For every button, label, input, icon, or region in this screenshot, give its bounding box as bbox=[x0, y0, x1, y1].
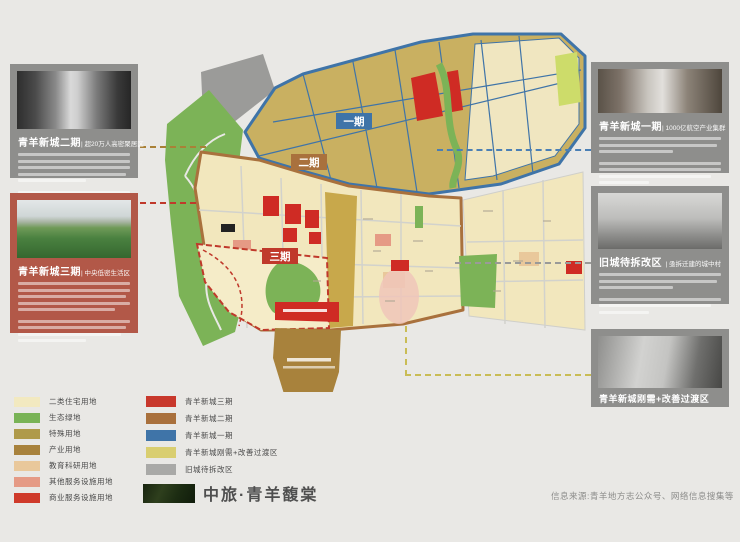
phase2-title: 青羊新城二期 bbox=[18, 138, 81, 149]
phase3-title: 青羊新城三期 bbox=[18, 267, 81, 278]
legend-item: 青羊新城三期 bbox=[146, 396, 233, 407]
legend-item: 产业用地 bbox=[14, 444, 81, 455]
map-label-phase2: 二期 bbox=[299, 156, 320, 169]
transition-photo bbox=[598, 336, 722, 388]
map-label-phase3: 三期 bbox=[270, 250, 291, 263]
legend-item: 特殊用地 bbox=[14, 428, 81, 439]
phase1-photo bbox=[598, 69, 722, 113]
legend-label: 生态绿地 bbox=[49, 413, 81, 422]
map-label-phase1: 一期 bbox=[344, 115, 365, 128]
legend-swatch bbox=[146, 447, 176, 458]
legend-item: 青羊新城刚需+改善过渡区 bbox=[146, 447, 278, 458]
landuse-map: 一期 二期 三期 bbox=[165, 32, 587, 392]
callout-transition: 青羊新城刚需+改善过渡区 bbox=[591, 329, 729, 407]
legend-swatch bbox=[146, 464, 176, 475]
legend-label: 其他服务设施用地 bbox=[49, 477, 113, 486]
legend-swatch bbox=[14, 492, 40, 503]
callout-phase2: 青羊新城二期 | 超20万人高密聚居区 bbox=[10, 64, 144, 207]
legend-item: 青羊新城二期 bbox=[146, 413, 233, 424]
connector-transition-vertical bbox=[405, 326, 407, 376]
oldtown-paragraph bbox=[598, 273, 722, 314]
legend-label: 二类住宅用地 bbox=[49, 397, 97, 406]
connector-phase3 bbox=[140, 202, 196, 204]
oldtown-photo bbox=[598, 193, 722, 249]
legend-label: 商业服务设施用地 bbox=[49, 493, 113, 502]
legend-label: 教育科研用地 bbox=[49, 461, 97, 470]
legend-item: 青羊新城一期 bbox=[146, 430, 233, 441]
phase2-photo bbox=[17, 71, 131, 129]
legend-item: 旧城待拆改区 bbox=[146, 464, 233, 475]
connector-oldtown bbox=[455, 262, 591, 264]
legend-label: 青羊新城刚需+改善过渡区 bbox=[185, 448, 278, 457]
legend-item: 商业服务设施用地 bbox=[14, 492, 113, 503]
phase3-paragraph bbox=[17, 282, 131, 342]
poster-page: 一期 二期 三期 青羊新城二期 | 超20万人高密聚居区 青羊新城三期 | 中央… bbox=[0, 0, 740, 542]
legend-item: 其他服务设施用地 bbox=[14, 476, 113, 487]
callout-phase3: 青羊新城三期 | 中央低密生活区 bbox=[10, 193, 138, 342]
oldtown-title: 旧城待拆改区 bbox=[599, 258, 662, 269]
phase1-paragraph bbox=[598, 137, 722, 184]
legend-label: 旧城待拆改区 bbox=[185, 465, 233, 474]
brand-name: 中旅·青羊馥棠 bbox=[203, 487, 319, 504]
connector-transition-horizontal bbox=[405, 374, 591, 376]
brand-thumbnail bbox=[143, 484, 195, 503]
connector-phase1 bbox=[437, 149, 591, 151]
oldtown-tagline: | 亟拆迁建的城中村 bbox=[665, 261, 722, 268]
phase2-tagline: | 超20万人高密聚居区 bbox=[81, 141, 144, 148]
legend-swatch bbox=[14, 396, 40, 407]
legend-label: 青羊新城二期 bbox=[185, 414, 233, 423]
transition-title: 青羊新城刚需+改善过渡区 bbox=[599, 394, 710, 404]
map-transition-zone bbox=[459, 171, 586, 331]
legend-swatch bbox=[14, 428, 40, 439]
legend-swatch bbox=[14, 412, 40, 423]
legend-item: 教育科研用地 bbox=[14, 460, 97, 471]
phase1-title: 青羊新城一期 bbox=[599, 122, 662, 133]
phase3-tagline: | 中央低密生活区 bbox=[81, 270, 130, 277]
legend-swatch bbox=[146, 413, 176, 424]
legend-swatch bbox=[146, 430, 176, 441]
source-note: 信息来源:青羊地方志公众号、网络信息搜集等 bbox=[551, 491, 734, 501]
legend-swatch bbox=[14, 444, 40, 455]
legend-swatch bbox=[14, 476, 40, 487]
legend-swatch bbox=[14, 460, 40, 471]
map-south-parcels bbox=[273, 302, 341, 392]
legend-swatch bbox=[146, 396, 176, 407]
legend-item: 生态绿地 bbox=[14, 412, 81, 423]
connector-phase2 bbox=[140, 146, 206, 148]
legend-label: 青羊新城三期 bbox=[185, 397, 233, 406]
legend-item: 二类住宅用地 bbox=[14, 396, 97, 407]
phase1-tagline: | 1000亿航空产业集群 bbox=[662, 125, 726, 132]
legend-label: 特殊用地 bbox=[49, 429, 81, 438]
phase3-photo bbox=[17, 200, 131, 258]
legend-label: 青羊新城一期 bbox=[185, 431, 233, 440]
callout-oldtown: 旧城待拆改区 | 亟拆迁建的城中村 bbox=[591, 186, 729, 314]
legend-label: 产业用地 bbox=[49, 445, 81, 454]
callout-phase1: 青羊新城一期 | 1000亿航空产业集群 bbox=[591, 62, 729, 184]
